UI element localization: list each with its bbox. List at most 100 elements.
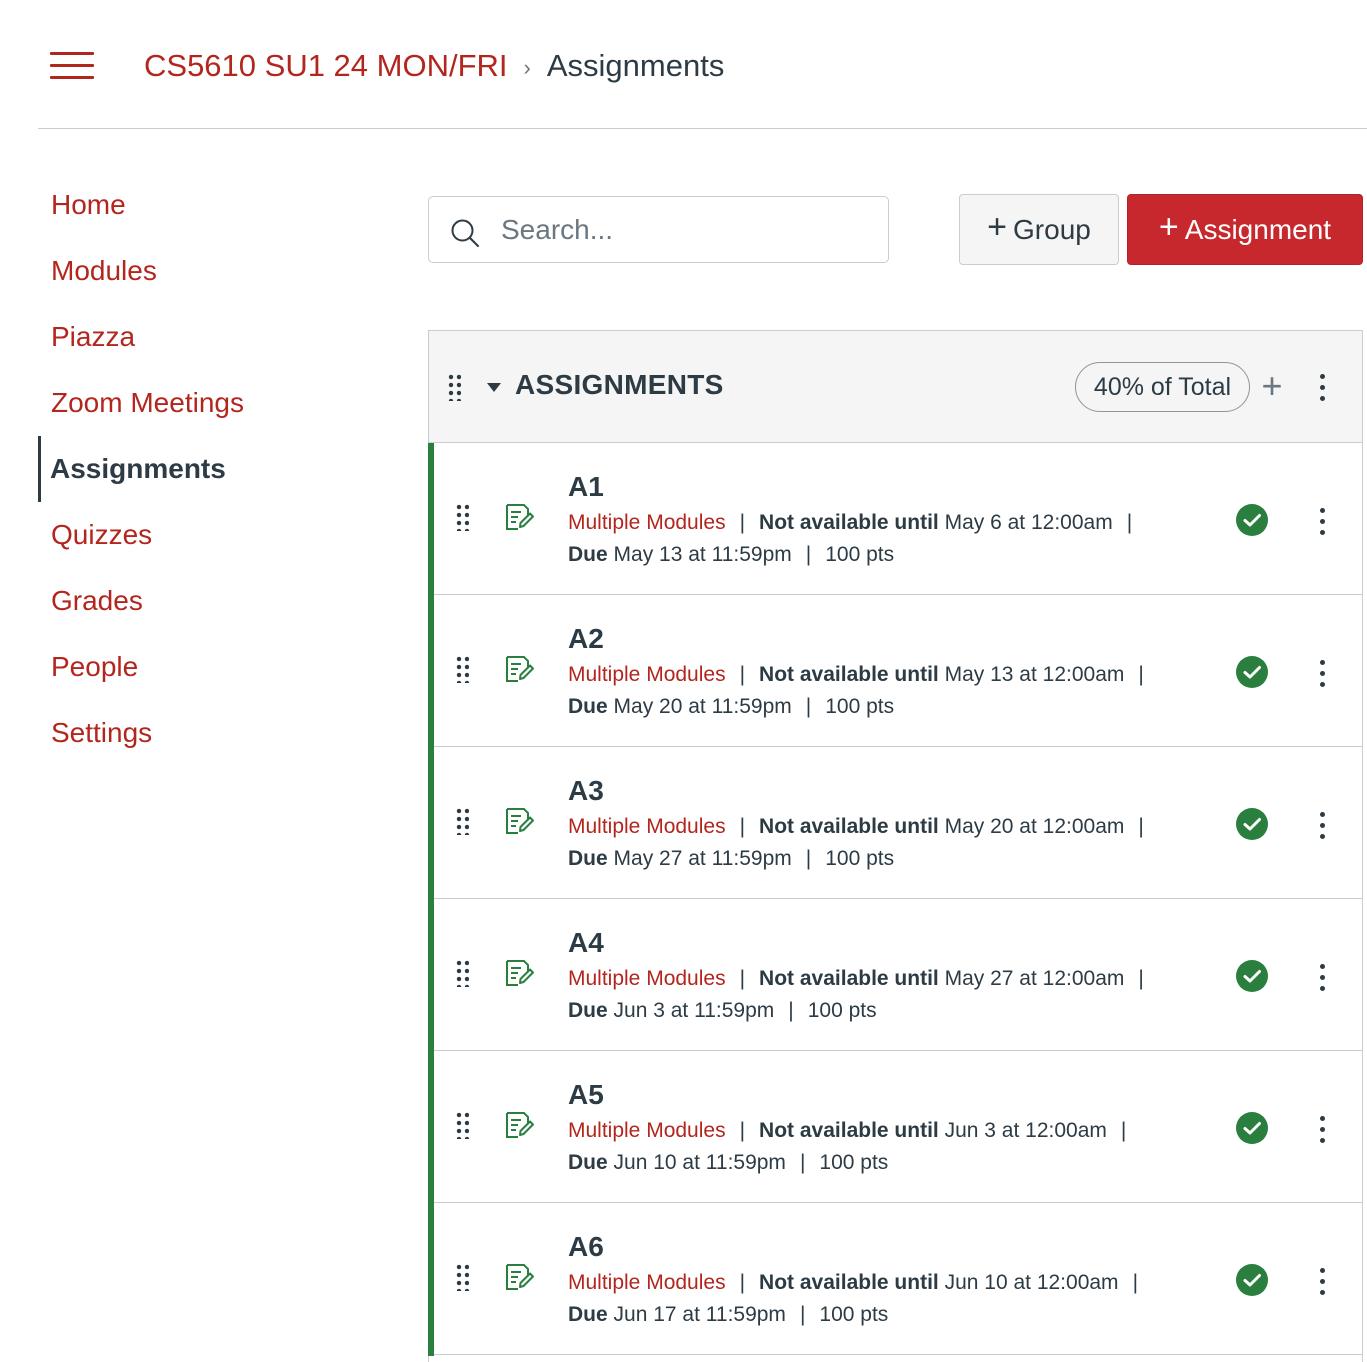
assignment-row: A4 Multiple Modules | Not available until … — [428, 899, 1362, 1052]
drag-handle-icon[interactable] — [455, 503, 469, 531]
assignment-group-header: ASSIGNMENTS 40% of Total + — [429, 331, 1362, 443]
sidebar-item-quizzes[interactable]: Quizzes — [38, 502, 338, 568]
check-circle-icon[interactable] — [1235, 1263, 1269, 1297]
due-date: May 13 at 11:59pm — [613, 543, 792, 566]
assignment-meta-due: Due Jun 10 at 11:59pm | 100 pts — [568, 1151, 888, 1175]
check-circle-icon[interactable] — [1235, 1111, 1269, 1145]
assignment-icon — [506, 960, 534, 986]
group-kebab-icon[interactable] — [1316, 373, 1328, 403]
modules-link[interactable]: Multiple Modules — [568, 967, 726, 990]
group-title: ASSIGNMENTS — [515, 369, 724, 400]
assignment-title-link[interactable]: A2 — [568, 623, 604, 655]
assignment-row: A5 Multiple Modules | Not available until … — [428, 1051, 1362, 1204]
pipe-separator: | — [739, 511, 746, 534]
assignment-kebab-icon[interactable] — [1316, 659, 1328, 689]
assignment-meta-availability: Multiple Modules | Not available until May… — [568, 815, 1158, 839]
not-available-label: Not available until — [759, 967, 939, 990]
hamburger-icon[interactable] — [50, 50, 94, 82]
assignment-title-link[interactable]: A1 — [568, 471, 604, 503]
due-date: Jun 10 at 11:59pm — [613, 1151, 786, 1174]
modules-link[interactable]: Multiple Modules — [568, 511, 726, 534]
assignment-title-link[interactable]: A3 — [568, 775, 604, 807]
check-circle-icon[interactable] — [1235, 655, 1269, 689]
due-label: Due — [568, 847, 608, 870]
assignment-icon — [506, 1264, 534, 1290]
assignment-kebab-icon[interactable] — [1316, 507, 1328, 537]
add-to-group-plus-icon[interactable]: + — [1257, 368, 1287, 404]
assignment-meta-due: Due May 27 at 11:59pm | 100 pts — [568, 847, 894, 871]
due-date: Jun 3 at 11:59pm — [613, 999, 775, 1022]
breadcrumb-course-link[interactable]: CS5610 SU1 24 MON/FRI — [144, 48, 508, 84]
assignment-row: A2 Multiple Modules | Not available until … — [428, 595, 1362, 748]
due-label: Due — [568, 1151, 608, 1174]
not-available-label: Not available until — [759, 1119, 939, 1142]
sidebar-item-people[interactable]: People — [38, 634, 338, 700]
sidebar-item-modules[interactable]: Modules — [38, 238, 338, 304]
check-circle-icon[interactable] — [1235, 807, 1269, 841]
assignment-meta-due: Due May 20 at 11:59pm | 100 pts — [568, 695, 894, 719]
assignments-page: CS5610 SU1 24 MON/FRI › Assignments Home… — [0, 0, 1367, 1362]
drag-handle-icon[interactable] — [447, 373, 461, 401]
sidebar-item-zoom-meetings[interactable]: Zoom Meetings — [38, 370, 338, 436]
search-input[interactable] — [501, 207, 871, 253]
check-circle-icon[interactable] — [1235, 959, 1269, 993]
assignment-meta-due: Due Jun 17 at 11:59pm | 100 pts — [568, 1303, 888, 1327]
assignment-kebab-icon[interactable] — [1316, 963, 1328, 993]
pipe-separator: | — [739, 815, 746, 838]
pipe-separator: | — [805, 847, 812, 870]
pipe-separator: | — [1138, 663, 1144, 686]
available-date: May 6 at 12:00am — [944, 511, 1113, 534]
caret-down-icon[interactable] — [487, 383, 501, 392]
breadcrumb-separator-icon: › — [523, 55, 531, 80]
due-label: Due — [568, 1303, 608, 1326]
sidebar-item-assignments[interactable]: Assignments — [38, 436, 338, 502]
sidebar-item-grades[interactable]: Grades — [38, 568, 338, 634]
available-date: Jun 3 at 12:00am — [944, 1119, 1107, 1142]
assignment-row: A3 Multiple Modules | Not available until … — [428, 747, 1362, 900]
breadcrumb: CS5610 SU1 24 MON/FRI › Assignments — [144, 44, 724, 88]
assignment-kebab-icon[interactable] — [1316, 811, 1328, 841]
pipe-separator: | — [1138, 967, 1144, 990]
assignment-meta-availability: Multiple Modules | Not available until Jun… — [568, 1119, 1140, 1143]
drag-handle-icon[interactable] — [455, 807, 469, 835]
check-circle-icon[interactable] — [1235, 503, 1269, 537]
drag-handle-icon[interactable] — [455, 655, 469, 683]
add-assignment-label: Assignment — [1184, 213, 1332, 245]
assignment-kebab-icon[interactable] — [1316, 1267, 1328, 1297]
add-group-button[interactable]: + Group — [959, 194, 1119, 265]
pipe-separator: | — [1132, 1271, 1139, 1294]
assignment-row: A6 Multiple Modules | Not available until … — [428, 1203, 1362, 1356]
due-label: Due — [568, 695, 608, 718]
modules-link[interactable]: Multiple Modules — [568, 1119, 726, 1142]
assignment-title-link[interactable]: A5 — [568, 1079, 604, 1111]
due-label: Due — [568, 543, 608, 566]
pipe-separator: | — [739, 663, 746, 686]
breadcrumb-current: Assignments — [546, 48, 725, 83]
modules-link[interactable]: Multiple Modules — [568, 663, 726, 686]
pipe-separator: | — [799, 1151, 806, 1174]
plus-icon: + — [987, 208, 1008, 246]
points: 100 pts — [825, 695, 895, 718]
assignment-icon — [506, 808, 534, 834]
assignment-meta-due: Due Jun 3 at 11:59pm | 100 pts — [568, 999, 877, 1023]
add-assignment-button[interactable]: + Assignment — [1127, 194, 1363, 265]
due-date: Jun 17 at 11:59pm — [613, 1303, 786, 1326]
assignment-title-link[interactable]: A6 — [568, 1231, 604, 1263]
course-navigation: Home Modules Piazza Zoom Meetings Assign… — [38, 172, 338, 766]
points: 100 pts — [819, 1303, 889, 1326]
drag-handle-icon[interactable] — [455, 1263, 469, 1291]
drag-handle-icon[interactable] — [455, 1111, 469, 1139]
assignment-icon — [506, 504, 534, 530]
sidebar-item-settings[interactable]: Settings — [38, 700, 338, 766]
modules-link[interactable]: Multiple Modules — [568, 1271, 726, 1294]
pipe-separator: | — [739, 967, 746, 990]
group-weight-badge: 40% of Total — [1075, 362, 1250, 412]
assignment-title-link[interactable]: A4 — [568, 927, 604, 959]
drag-handle-icon[interactable] — [455, 959, 469, 987]
points: 100 pts — [825, 543, 895, 566]
sidebar-item-home[interactable]: Home — [38, 172, 338, 238]
modules-link[interactable]: Multiple Modules — [568, 815, 726, 838]
sidebar-item-piazza[interactable]: Piazza — [38, 304, 338, 370]
assignment-kebab-icon[interactable] — [1316, 1115, 1328, 1145]
available-date: May 13 at 12:00am — [944, 663, 1125, 686]
